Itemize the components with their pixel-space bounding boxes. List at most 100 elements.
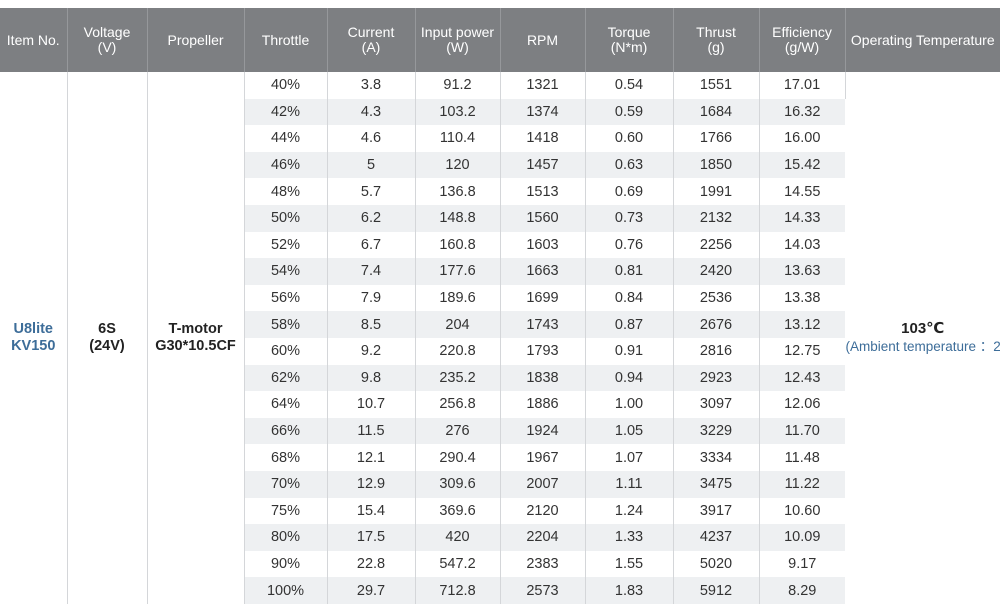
cell-rpm: 2120 (500, 498, 585, 525)
cell-throttle: 46% (244, 152, 327, 179)
cell-input-power: 91.2 (415, 72, 500, 99)
cell-throttle: 60% (244, 338, 327, 365)
temperature-value: 103℃ (846, 321, 1000, 337)
cell-torque: 0.76 (585, 232, 673, 259)
cell-torque: 0.81 (585, 258, 673, 285)
cell-current: 5 (327, 152, 415, 179)
cell-efficiency: 16.00 (759, 125, 845, 152)
cell-throttle: 44% (244, 125, 327, 152)
cell-torque: 1.00 (585, 391, 673, 418)
cell-rpm: 1743 (500, 311, 585, 338)
cell-throttle: 52% (244, 232, 327, 259)
table-header: Item No. Voltage(V) Propeller Throttle C… (0, 8, 1000, 72)
header-voltage: Voltage(V) (67, 8, 147, 72)
cell-thrust: 3229 (673, 418, 759, 445)
cell-torque: 0.63 (585, 152, 673, 179)
cell-rpm: 1886 (500, 391, 585, 418)
cell-throttle: 66% (244, 418, 327, 445)
cell-current: 5.7 (327, 178, 415, 205)
previous-table-cut-off (0, 0, 1000, 8)
cell-current: 6.2 (327, 205, 415, 232)
cell-input-power: 420 (415, 524, 500, 551)
cell-efficiency: 13.63 (759, 258, 845, 285)
cell-thrust: 2132 (673, 205, 759, 232)
cell-current: 29.7 (327, 577, 415, 604)
header-rpm: RPM (500, 8, 585, 72)
cell-thrust: 3097 (673, 391, 759, 418)
header-thrust: Thrust(g) (673, 8, 759, 72)
cell-rpm: 1418 (500, 125, 585, 152)
cell-input-power: 160.8 (415, 232, 500, 259)
cell-current: 17.5 (327, 524, 415, 551)
cell-current: 4.3 (327, 99, 415, 126)
cell-current: 15.4 (327, 498, 415, 525)
cell-efficiency: 10.60 (759, 498, 845, 525)
cell-current: 7.4 (327, 258, 415, 285)
cell-rpm: 1967 (500, 444, 585, 471)
cell-current: 3.8 (327, 72, 415, 99)
cell-efficiency: 12.75 (759, 338, 845, 365)
cell-thrust: 1991 (673, 178, 759, 205)
cell-current: 9.8 (327, 365, 415, 392)
header-torque: Torque(N*m) (585, 8, 673, 72)
cell-thrust: 2816 (673, 338, 759, 365)
cell-torque: 0.91 (585, 338, 673, 365)
cell-thrust: 1850 (673, 152, 759, 179)
cell-rpm: 1321 (500, 72, 585, 99)
header-propeller: Propeller (147, 8, 244, 72)
operating-temperature-cell: 103℃(Ambient temperature ：29.5℃) (845, 72, 1000, 604)
cell-input-power: 547.2 (415, 551, 500, 578)
cell-input-power: 290.4 (415, 444, 500, 471)
cell-throttle: 62% (244, 365, 327, 392)
cell-efficiency: 9.17 (759, 551, 845, 578)
cell-torque: 1.83 (585, 577, 673, 604)
cell-efficiency: 11.22 (759, 471, 845, 498)
cell-throttle: 54% (244, 258, 327, 285)
cell-rpm: 1699 (500, 285, 585, 312)
cell-rpm: 2573 (500, 577, 585, 604)
header-input-power: Input power(W) (415, 8, 500, 72)
cell-efficiency: 11.48 (759, 444, 845, 471)
cell-throttle: 48% (244, 178, 327, 205)
voltage-cell: 6S(24V) (67, 72, 147, 604)
cell-throttle: 50% (244, 205, 327, 232)
cell-throttle: 90% (244, 551, 327, 578)
cell-input-power: 120 (415, 152, 500, 179)
table-body: U8liteKV1506S(24V)T-motorG30*10.5CF40%3.… (0, 72, 1000, 604)
cell-input-power: 110.4 (415, 125, 500, 152)
cell-thrust: 2676 (673, 311, 759, 338)
performance-table: Item No. Voltage(V) Propeller Throttle C… (0, 8, 1000, 604)
cell-throttle: 75% (244, 498, 327, 525)
header-throttle: Throttle (244, 8, 327, 72)
cell-input-power: 204 (415, 311, 500, 338)
cell-thrust: 2923 (673, 365, 759, 392)
cell-input-power: 276 (415, 418, 500, 445)
cell-input-power: 235.2 (415, 365, 500, 392)
header-current: Current(A) (327, 8, 415, 72)
cell-torque: 1.05 (585, 418, 673, 445)
model-cell: U8liteKV150 (0, 72, 67, 604)
cell-input-power: 256.8 (415, 391, 500, 418)
cell-current: 22.8 (327, 551, 415, 578)
cell-torque: 1.11 (585, 471, 673, 498)
cell-efficiency: 17.01 (759, 72, 845, 99)
cell-input-power: 103.2 (415, 99, 500, 126)
cell-efficiency: 14.55 (759, 178, 845, 205)
cell-current: 8.5 (327, 311, 415, 338)
header-item-no: Item No. (0, 8, 67, 72)
cell-input-power: 309.6 (415, 471, 500, 498)
cell-thrust: 3917 (673, 498, 759, 525)
cell-input-power: 148.8 (415, 205, 500, 232)
cell-efficiency: 12.06 (759, 391, 845, 418)
cell-current: 4.6 (327, 125, 415, 152)
header-operating-temperature: Operating Temperature (845, 8, 1000, 72)
cell-throttle: 70% (244, 471, 327, 498)
cell-efficiency: 8.29 (759, 577, 845, 604)
cell-efficiency: 12.43 (759, 365, 845, 392)
cell-current: 10.7 (327, 391, 415, 418)
cell-rpm: 1838 (500, 365, 585, 392)
cell-thrust: 5912 (673, 577, 759, 604)
cell-current: 12.9 (327, 471, 415, 498)
cell-torque: 0.60 (585, 125, 673, 152)
cell-efficiency: 15.42 (759, 152, 845, 179)
